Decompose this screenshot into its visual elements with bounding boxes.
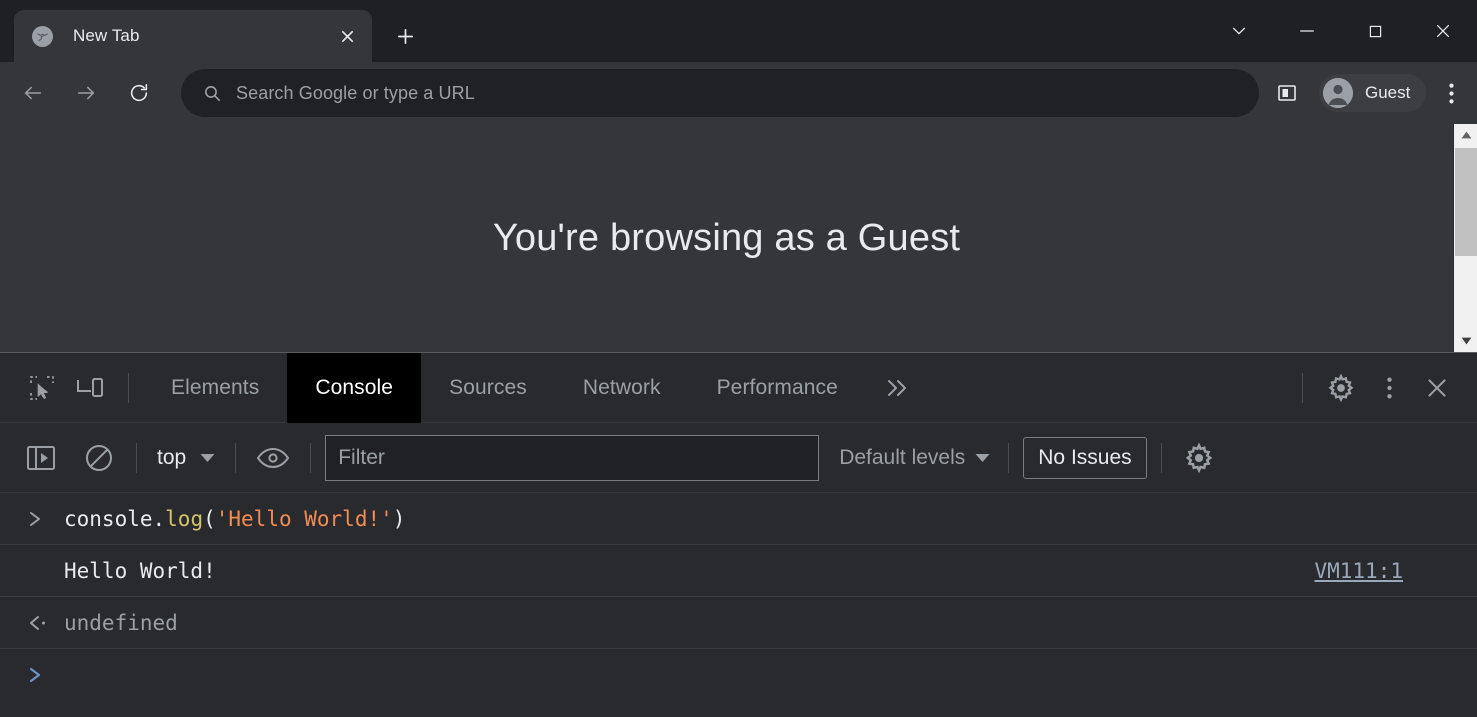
minimize-icon[interactable] [1273, 7, 1341, 55]
tab-elements[interactable]: Elements [143, 353, 287, 423]
browser-toolbar: Search Google or type a URL Guest [0, 62, 1477, 124]
gear-icon[interactable] [1176, 435, 1222, 481]
tab-network[interactable]: Network [555, 353, 689, 423]
page-viewport: You're browsing as a Guest [0, 124, 1477, 352]
scrollbar-thumb[interactable] [1455, 148, 1477, 256]
profile-button[interactable]: Guest [1319, 74, 1427, 112]
profile-name: Guest [1365, 83, 1411, 102]
live-expression-eye-icon[interactable] [250, 435, 296, 481]
log-levels-selector[interactable]: Default levels [835, 438, 994, 478]
page-scrollbar[interactable] [1453, 124, 1477, 352]
clear-console-icon[interactable] [76, 435, 122, 481]
return-arrow-icon [28, 613, 64, 633]
filter-input[interactable]: Filter [325, 434, 820, 481]
close-icon[interactable] [1409, 7, 1477, 55]
token-string: 'Hello World!' [215, 506, 393, 531]
devtools-tabbar: Elements Console Sources Network Perform… [0, 352, 1477, 423]
browser-tab[interactable]: New Tab [14, 10, 372, 62]
divider [136, 442, 137, 473]
device-toggle-icon[interactable] [66, 364, 114, 412]
arrow-left-icon[interactable] [13, 73, 53, 113]
execution-context-selector[interactable]: top [151, 438, 221, 478]
devtools-panel: Elements Console Sources Network Perform… [0, 352, 1477, 717]
triangle-up-icon[interactable] [1454, 124, 1477, 146]
page-title: You're browsing as a Guest [492, 216, 961, 259]
console-toolbar: top Filter Default levels No Issues [0, 423, 1477, 493]
globe-icon [32, 25, 53, 47]
toolbar-right-group: Guest [1269, 74, 1470, 112]
filter-placeholder: Filter [338, 445, 385, 469]
chevron-right-icon [28, 509, 64, 529]
tab-performance[interactable]: Performance [689, 353, 866, 423]
chevron-double-right-icon[interactable] [866, 353, 928, 423]
maximize-icon[interactable] [1341, 7, 1409, 55]
token-object: console. [64, 506, 166, 531]
token-close-paren: ) [392, 506, 406, 531]
console-output-text: Hello World! [64, 558, 216, 583]
divider [1160, 442, 1162, 473]
log-levels-label: Default levels [839, 445, 966, 469]
divider [1302, 372, 1303, 403]
console-result-text: undefined [64, 610, 178, 635]
search-icon [203, 84, 222, 103]
browser-tab-strip: New Tab [0, 0, 1477, 62]
window-controls [1205, 0, 1477, 62]
omnibox[interactable]: Search Google or type a URL [181, 69, 1259, 117]
inspect-cursor-icon[interactable] [18, 364, 66, 412]
arrow-right-icon[interactable] [66, 73, 106, 113]
console-prompt[interactable] [0, 649, 1477, 701]
token-open-paren: ( [203, 506, 216, 531]
close-icon[interactable] [1413, 364, 1461, 412]
console-message-list: console.log('Hello World!') Hello World!… [0, 493, 1477, 701]
caret-down-icon [200, 453, 215, 463]
tab-console[interactable]: Console [287, 352, 422, 423]
source-link[interactable]: VM111:1 [1314, 559, 1403, 583]
chevron-down-icon[interactable] [1205, 7, 1273, 55]
kebab-menu-icon[interactable] [1365, 364, 1413, 412]
triangle-down-icon[interactable] [1454, 330, 1477, 352]
gear-icon[interactable] [1317, 364, 1365, 412]
omnibox-placeholder: Search Google or type a URL [236, 82, 475, 103]
reload-icon[interactable] [119, 73, 159, 113]
kebab-menu-icon[interactable] [1432, 74, 1470, 112]
console-input-message[interactable]: console.log('Hello World!') [0, 493, 1477, 545]
console-output-message[interactable]: Hello World! VM111:1 [0, 545, 1477, 597]
divider [310, 442, 312, 473]
execution-context-label: top [157, 445, 187, 469]
tab-title: New Tab [73, 26, 140, 45]
person-icon [1323, 78, 1353, 108]
caret-down-icon [975, 453, 990, 463]
devtools-right-tools [1288, 364, 1477, 412]
side-panel-icon[interactable] [1269, 75, 1305, 111]
plus-icon[interactable] [386, 17, 424, 55]
divider [128, 372, 129, 403]
divider [1008, 442, 1010, 473]
console-expression: console.log('Hello World!') [64, 507, 405, 531]
tab-sources[interactable]: Sources [421, 353, 555, 423]
issues-button[interactable]: No Issues [1023, 436, 1147, 479]
close-icon[interactable] [332, 21, 362, 51]
page-content: You're browsing as a Guest [0, 124, 1453, 352]
token-method: log [165, 506, 204, 531]
chevron-right-icon [28, 665, 64, 685]
console-result-message[interactable]: undefined [0, 597, 1477, 649]
console-sidebar-icon[interactable] [18, 435, 64, 481]
divider [235, 442, 237, 473]
